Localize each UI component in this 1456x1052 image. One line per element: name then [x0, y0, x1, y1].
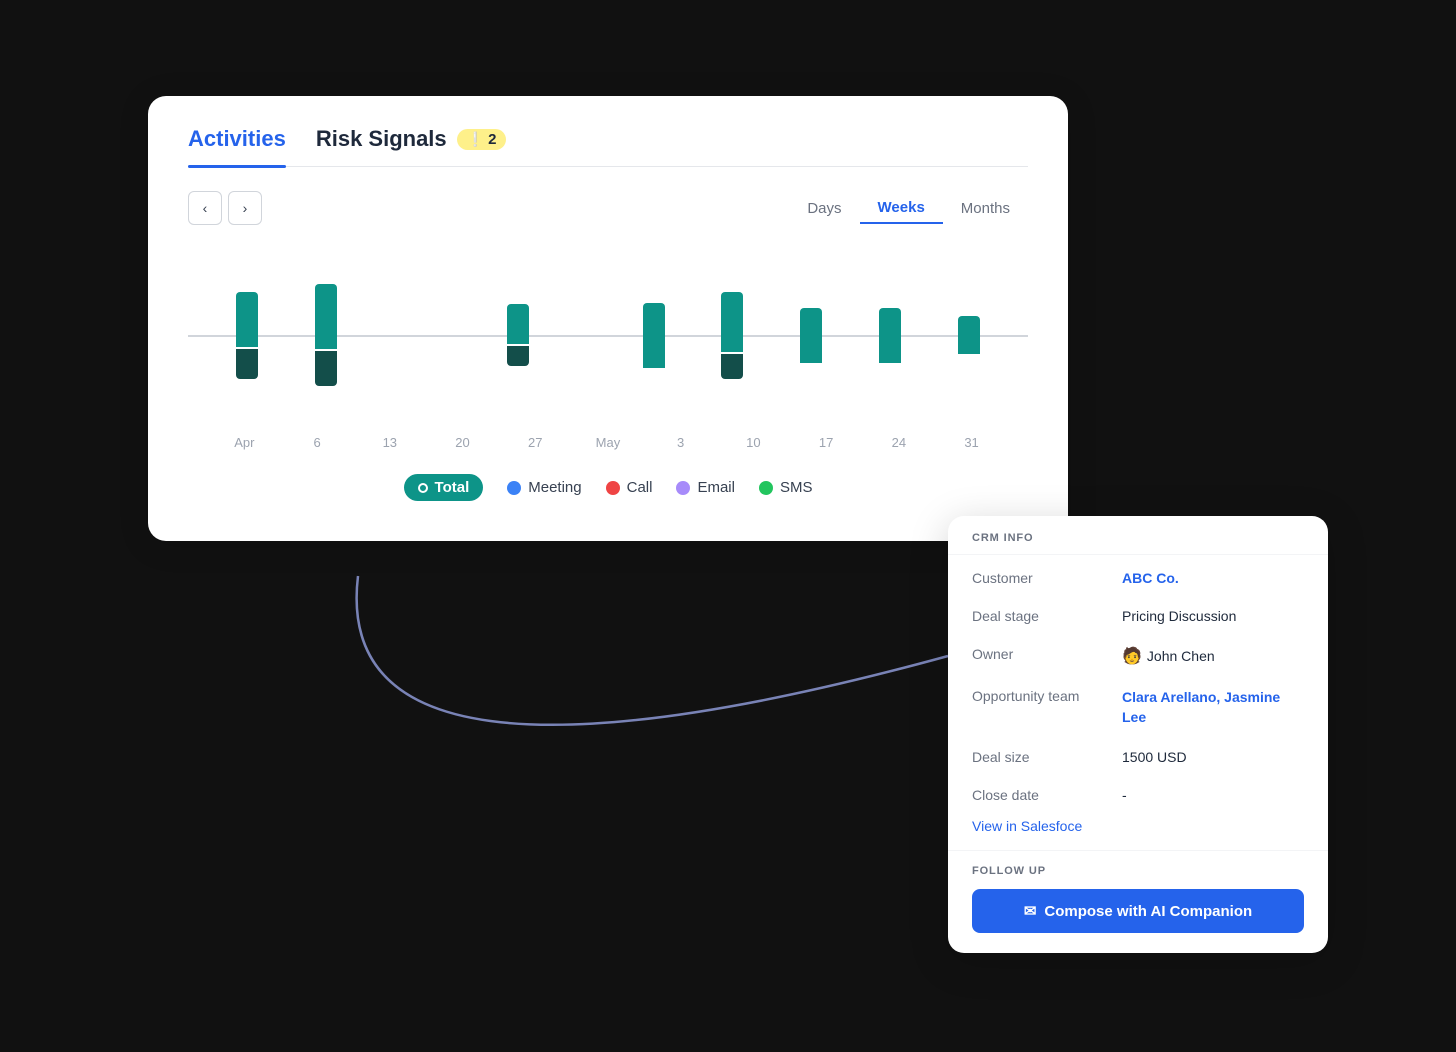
total-dot-icon — [418, 483, 428, 493]
legend-email[interactable]: Email — [676, 479, 735, 496]
legend-total[interactable]: Total — [404, 474, 484, 501]
bar-upper — [958, 316, 980, 354]
deal-stage-row: Deal stage Pricing Discussion — [948, 597, 1328, 635]
compose-email-icon: ✉ — [1024, 902, 1037, 920]
bar-10 — [721, 292, 743, 379]
call-dot-icon — [606, 481, 620, 495]
email-dot-icon — [676, 481, 690, 495]
owner-avatar-icon: 🧑 — [1122, 646, 1142, 666]
next-button[interactable]: › — [228, 191, 262, 225]
customer-label: Customer — [972, 570, 1112, 586]
bar-upper — [643, 303, 665, 368]
x-axis: Apr 6 13 20 27 May 3 10 17 24 31 — [188, 435, 1028, 450]
owner-value: 🧑 John Chen — [1122, 646, 1215, 666]
bar-31 — [958, 316, 980, 354]
opp-team-label: Opportunity team — [972, 688, 1112, 704]
x-label-3: 3 — [666, 435, 696, 450]
opp-team-row: Opportunity team Clara Arellano, Jasmine… — [948, 677, 1328, 738]
meeting-dot-icon — [507, 481, 521, 495]
bar-apr — [236, 292, 258, 379]
bar-upper — [315, 284, 337, 349]
chart-controls: ‹ › Days Weeks Months — [188, 191, 1028, 225]
tab-bar: Activities Risk Signals ❕ 2 — [188, 126, 1028, 167]
follow-up-section: FOLLOW UP ✉ Compose with AI Companion — [948, 850, 1328, 953]
x-label-27: 27 — [520, 435, 550, 450]
bar-lower — [236, 349, 258, 379]
customer-row: Customer ABC Co. — [948, 559, 1328, 597]
days-button[interactable]: Days — [789, 194, 859, 223]
prev-button[interactable]: ‹ — [188, 191, 222, 225]
owner-row: Owner 🧑 John Chen — [948, 635, 1328, 677]
deal-size-row: Deal size 1500 USD — [948, 738, 1328, 776]
warning-icon: ❕ — [467, 131, 484, 148]
x-label-20: 20 — [448, 435, 478, 450]
crm-rows: Customer ABC Co. Deal stage Pricing Disc… — [948, 555, 1328, 850]
deal-stage-value: Pricing Discussion — [1122, 608, 1236, 624]
salesforce-link[interactable]: View in Salesfoce — [948, 814, 1328, 846]
deal-size-label: Deal size — [972, 749, 1112, 765]
close-date-label: Close date — [972, 787, 1112, 803]
bar-upper — [800, 308, 822, 363]
sms-dot-icon — [759, 481, 773, 495]
x-label-6: 6 — [302, 435, 332, 450]
tab-risk-signals[interactable]: Risk Signals ❕ 2 — [316, 126, 507, 166]
months-button[interactable]: Months — [943, 194, 1028, 223]
period-tabs: Days Weeks Months — [789, 193, 1028, 224]
x-label-31: 31 — [957, 435, 987, 450]
bar-lower — [721, 354, 743, 379]
nav-buttons: ‹ › — [188, 191, 262, 225]
bar-24 — [879, 308, 901, 363]
x-label-24: 24 — [884, 435, 914, 450]
bar-upper — [721, 292, 743, 352]
bar-lower — [507, 346, 529, 366]
bar-upper — [236, 292, 258, 347]
bar-upper — [507, 304, 529, 344]
compose-button[interactable]: ✉ Compose with AI Companion — [972, 889, 1304, 933]
activities-card: Activities Risk Signals ❕ 2 ‹ › Days Wee… — [148, 96, 1068, 541]
deal-size-value: 1500 USD — [1122, 749, 1187, 765]
crm-info-card: CRM INFO Customer ABC Co. Deal stage Pri… — [948, 516, 1328, 953]
bar-3 — [643, 303, 665, 368]
x-label-10: 10 — [738, 435, 768, 450]
bar-27 — [507, 304, 529, 366]
legend-meeting[interactable]: Meeting — [507, 479, 581, 496]
weeks-button[interactable]: Weeks — [860, 193, 943, 224]
risk-badge: ❕ 2 — [457, 129, 507, 150]
crm-section-title: CRM INFO — [948, 516, 1328, 555]
customer-value[interactable]: ABC Co. — [1122, 570, 1179, 586]
legend-call[interactable]: Call — [606, 479, 653, 496]
bar-lower — [315, 351, 337, 386]
legend-sms[interactable]: SMS — [759, 479, 813, 496]
tab-activities[interactable]: Activities — [188, 126, 286, 166]
x-label-13: 13 — [375, 435, 405, 450]
bar-17 — [800, 308, 822, 363]
deal-stage-label: Deal stage — [972, 608, 1112, 624]
close-date-value: - — [1122, 787, 1127, 803]
x-label-17: 17 — [811, 435, 841, 450]
x-label-apr: Apr — [229, 435, 259, 450]
owner-label: Owner — [972, 646, 1112, 662]
bar-6 — [315, 284, 337, 386]
chart-legend: Total Meeting Call Email SMS — [188, 474, 1028, 501]
x-label-may: May — [593, 435, 623, 450]
bar-upper — [879, 308, 901, 363]
opp-team-value[interactable]: Clara Arellano, Jasmine Lee — [1122, 688, 1304, 727]
activity-chart — [188, 245, 1028, 425]
close-date-row: Close date - — [948, 776, 1328, 814]
follow-up-label: FOLLOW UP — [972, 865, 1304, 877]
bars-container — [188, 245, 1028, 425]
